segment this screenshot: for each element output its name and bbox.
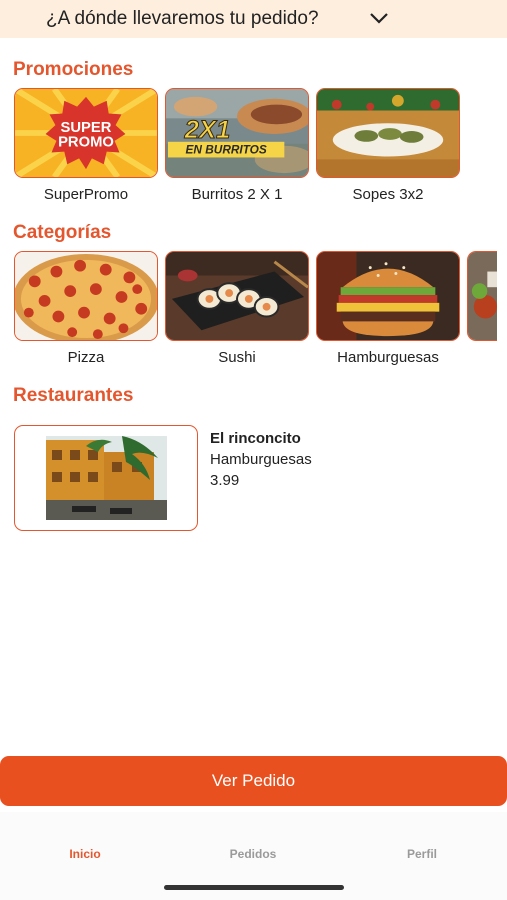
svg-text:EN BURRITOS: EN BURRITOS [186, 144, 267, 157]
category-label: Hamburguesas [337, 349, 439, 366]
view-order-button[interactable]: Ver Pedido [0, 756, 507, 806]
promotions-row: SUPER PROMO SuperPromo 2X1 EN BURRITOS B… [14, 88, 460, 203]
category-image [467, 251, 497, 341]
promo-image: SUPER PROMO [14, 88, 158, 178]
category-card-partial[interactable] [467, 251, 497, 366]
category-label: Pizza [67, 349, 105, 366]
home-indicator [164, 885, 344, 890]
categories-title: Categorías [13, 222, 112, 243]
promo-badge-line1: SUPER [61, 120, 112, 136]
category-image [165, 251, 309, 341]
promo-image [316, 88, 460, 178]
restaurant-card[interactable] [14, 425, 198, 531]
promo-card-superpromo[interactable]: SUPER PROMO SuperPromo [14, 88, 158, 203]
category-card-pizza[interactable]: Pizza [14, 251, 158, 366]
categories-row: Pizza Sushi Hamburguesas [14, 251, 497, 366]
promo-label: Sopes 3x2 [352, 186, 424, 203]
bottom-tab-bar: Inicio Pedidos Perfil [0, 812, 507, 900]
promo-label: SuperPromo [43, 186, 129, 203]
chevron-down-icon[interactable] [368, 8, 390, 28]
restaurant-category: Hamburguesas [210, 451, 312, 468]
category-card-burgers[interactable]: Hamburguesas [316, 251, 460, 366]
category-image [14, 251, 158, 341]
promo-label: Burritos 2 X 1 [191, 186, 283, 203]
promo-image: 2X1 EN BURRITOS [165, 88, 309, 178]
promo-card-sopes[interactable]: Sopes 3x2 [316, 88, 460, 203]
promotions-title: Promociones [13, 59, 134, 80]
address-prompt: ¿A dónde llevaremos tu pedido? [46, 8, 319, 29]
tab-inicio[interactable]: Inicio [69, 847, 100, 861]
promo-card-burritos[interactable]: 2X1 EN BURRITOS Burritos 2 X 1 [165, 88, 309, 203]
restaurant-image [46, 436, 167, 520]
category-card-sushi[interactable]: Sushi [165, 251, 309, 366]
svg-text:2X1: 2X1 [184, 116, 231, 144]
restaurant-name[interactable]: El rinconcito [210, 428, 312, 449]
category-label: Sushi [218, 349, 256, 366]
tab-pedidos[interactable]: Pedidos [230, 847, 277, 861]
restaurant-price: 3.99 [210, 472, 240, 489]
address-selector[interactable]: ¿A dónde llevaremos tu pedido? [0, 0, 507, 38]
promo-badge-line2: PROMO [58, 135, 114, 151]
restaurant-info: El rinconcito Hamburguesas 3.99 [210, 428, 312, 491]
tab-perfil[interactable]: Perfil [407, 847, 437, 861]
category-image [316, 251, 460, 341]
restaurants-title: Restaurantes [13, 385, 134, 406]
